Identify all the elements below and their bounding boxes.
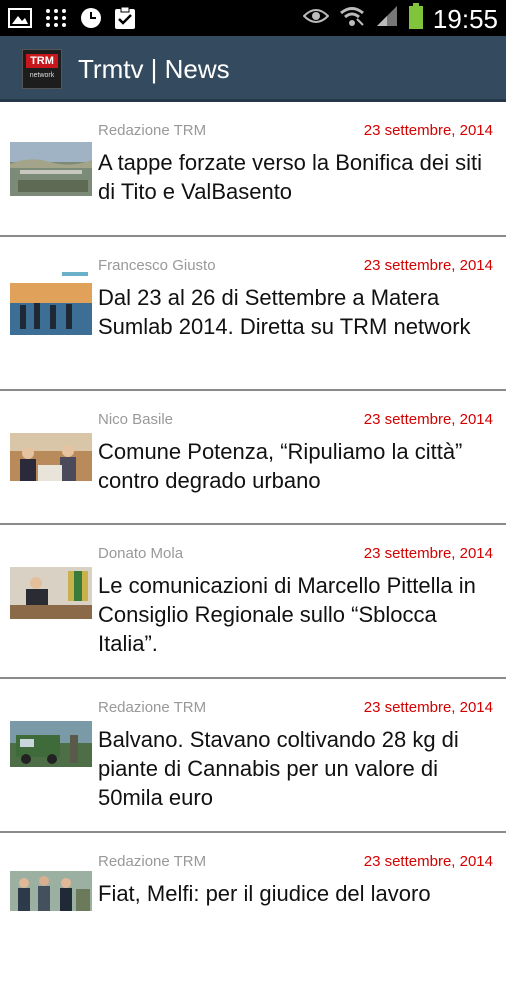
news-date: 23 settembre, 2014 — [363, 257, 493, 274]
news-item[interactable]: Francesco Giusto 23 settembre, 2014 Dal … — [0, 237, 506, 391]
app-logo[interactable]: TRM network — [22, 49, 62, 89]
status-time: 19:55 — [432, 3, 498, 34]
image-icon — [8, 7, 32, 34]
news-thumbnail — [10, 567, 92, 619]
news-thumbnail — [10, 721, 92, 767]
wifi-icon — [339, 4, 365, 33]
news-item[interactable]: Nico Basile 23 settembre, 2014 Comune Po… — [0, 391, 506, 525]
news-item[interactable]: Donato Mola 23 settembre, 2014 Le comuni… — [0, 525, 506, 679]
logo-subtext: network — [29, 72, 55, 79]
news-item[interactable]: Redazione TRM 23 settembre, 2014 Fiat, M… — [0, 833, 506, 993]
news-feed: Redazione TRM 23 settembre, 2014 A tappe… — [0, 102, 506, 993]
news-thumbnail — [10, 142, 92, 196]
news-item[interactable]: Redazione TRM 23 settembre, 2014 A tappe… — [0, 102, 506, 237]
notification-icons — [8, 6, 136, 35]
news-author: Redazione TRM — [98, 853, 207, 870]
news-thumbnail — [10, 871, 92, 911]
app-bar: TRM network Trmtv | News — [0, 36, 506, 102]
news-date: 23 settembre, 2014 — [363, 853, 493, 870]
signal-icon — [375, 4, 399, 33]
news-thumbnail — [10, 269, 92, 335]
news-title[interactable]: Le comunicazioni di Marcello Pittella in… — [98, 571, 498, 658]
app-title: Trmtv | News — [78, 54, 230, 84]
news-thumbnail — [10, 433, 92, 481]
news-item[interactable]: Redazione TRM 23 settembre, 2014 Balvano… — [0, 679, 506, 833]
news-date: 23 settembre, 2014 — [363, 122, 493, 139]
clipboard-check-icon — [114, 6, 136, 35]
grid-icon — [44, 7, 68, 34]
news-author: Francesco Giusto — [98, 257, 216, 274]
news-title[interactable]: Fiat, Melfi: per il giudice del lavoro — [98, 879, 498, 908]
battery-icon — [408, 3, 423, 34]
news-author: Redazione TRM — [98, 699, 207, 716]
news-date: 23 settembre, 2014 — [363, 699, 493, 716]
system-icons: 19:55 — [302, 3, 498, 34]
news-date: 23 settembre, 2014 — [363, 545, 493, 562]
news-title[interactable]: Balvano. Stavano coltivando 28 kg di pia… — [98, 725, 498, 812]
news-author: Redazione TRM — [98, 122, 207, 139]
clock-icon — [80, 7, 102, 34]
status-bar: 19:55 — [0, 0, 506, 36]
eye-icon — [302, 6, 330, 31]
news-title[interactable]: Comune Potenza, “Ripuliamo la città” con… — [98, 437, 498, 495]
news-author: Donato Mola — [98, 545, 184, 562]
logo-text: TRM — [26, 54, 58, 68]
news-title[interactable]: A tappe forzate verso la Bonifica dei si… — [98, 148, 498, 206]
news-author: Nico Basile — [98, 411, 174, 428]
news-title[interactable]: Dal 23 al 26 di Settembre a Matera Sumla… — [98, 283, 498, 341]
news-date: 23 settembre, 2014 — [363, 411, 493, 428]
